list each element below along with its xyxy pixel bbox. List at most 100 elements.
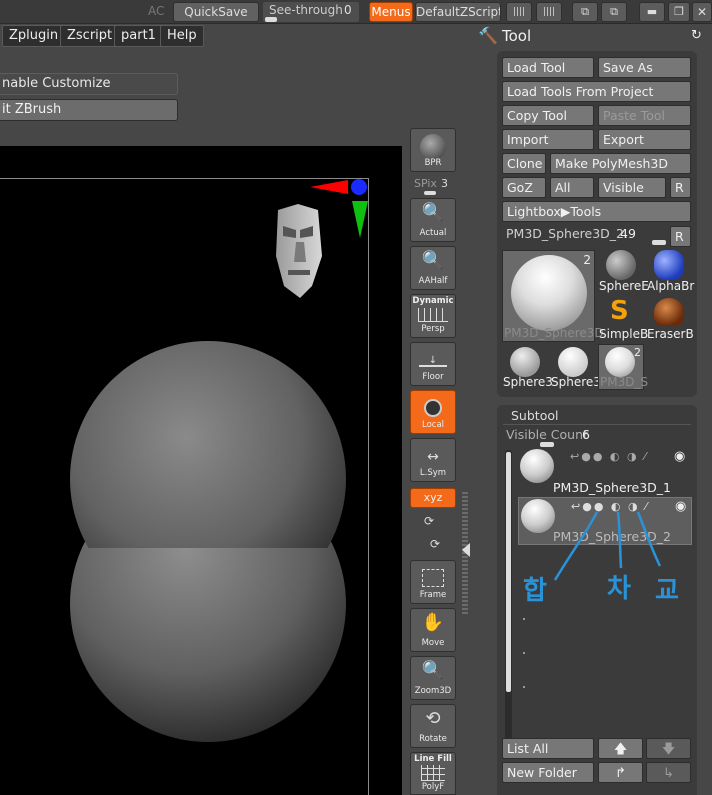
- sphere-thumb-icon: [510, 347, 540, 377]
- exit-zbrush-button[interactable]: it ZBrush: [0, 99, 178, 121]
- enable-customize-button[interactable]: nable Customize: [0, 73, 178, 95]
- sphere-brush-thumb[interactable]: SphereE: [598, 248, 649, 294]
- goz-button[interactable]: GoZ: [502, 177, 546, 198]
- subtool-header[interactable]: Subtool: [503, 407, 691, 425]
- move-button[interactable]: ✋ Move: [410, 608, 456, 652]
- list-all-button[interactable]: List All: [502, 738, 594, 759]
- copy-tool-button[interactable]: Copy Tool: [502, 105, 594, 126]
- bpr-button[interactable]: BPR: [410, 128, 456, 172]
- floor-label: Floor: [422, 372, 444, 382]
- magnifier-icon: 🔍: [421, 202, 445, 223]
- hand-icon: ✋: [421, 612, 445, 633]
- new-folder-button[interactable]: New Folder: [502, 762, 594, 783]
- xyz-button[interactable]: xyz: [410, 488, 456, 508]
- actual-button[interactable]: 🔍 Actual: [410, 198, 456, 242]
- aahalf-label: AAHalf: [418, 276, 448, 286]
- restore-icon[interactable]: ❐: [668, 2, 690, 22]
- layout-icon-2[interactable]: ⧉: [601, 2, 627, 22]
- simple-brush-thumb[interactable]: S SimpleB: [598, 296, 648, 342]
- eraser-brush-icon: [654, 298, 684, 326]
- clone-button[interactable]: Clone: [502, 153, 546, 174]
- sphere-thumb-icon: [511, 255, 587, 331]
- arrow-turn-icon: ↱: [615, 766, 626, 781]
- menu-part1[interactable]: part1: [114, 25, 163, 47]
- paste-tool-button[interactable]: Paste Tool: [598, 105, 691, 126]
- spix-handle[interactable]: [424, 191, 436, 195]
- export-button[interactable]: Export: [598, 129, 691, 150]
- tool-r-button[interactable]: R: [670, 226, 691, 247]
- layout-strip-icon-2[interactable]: ||||: [536, 2, 562, 22]
- zoom3d-button[interactable]: 🔍 Zoom3D: [410, 656, 456, 700]
- close-icon[interactable]: ✕: [692, 2, 712, 22]
- layout-strip-icon-1[interactable]: ||||: [506, 2, 532, 22]
- eraser-brush-label: EraserB: [647, 327, 694, 341]
- save-as-button[interactable]: Save As: [598, 57, 691, 78]
- move-out-folder-button[interactable]: ↳: [646, 762, 691, 783]
- frame-button[interactable]: Frame: [410, 560, 456, 604]
- subtool-item[interactable]: PM3D_Sphere3D_1 ↩●● ◐ ◑ ⁄ ◉: [518, 447, 692, 495]
- panel-refresh-icon[interactable]: ↻: [691, 28, 702, 43]
- shelf-collapse-arrow-icon[interactable]: [462, 543, 470, 557]
- floor-button[interactable]: ↓ Floor: [410, 342, 456, 386]
- rotate-button[interactable]: ⟲ Rotate: [410, 704, 456, 748]
- eraser-brush-thumb[interactable]: EraserB: [646, 296, 694, 342]
- menu-zplugin[interactable]: Zplugin: [2, 25, 66, 47]
- goz-visible-button[interactable]: Visible: [598, 177, 666, 198]
- sphere-thumb-icon: [605, 347, 635, 377]
- polyf-button[interactable]: Line Fill PolyF: [410, 752, 456, 795]
- load-tools-from-project-button[interactable]: Load Tools From Project: [502, 81, 691, 102]
- spix-slider[interactable]: SPix 3: [410, 176, 456, 195]
- alpha-brush-thumb[interactable]: AlphaBr: [646, 248, 695, 294]
- seethrough-slider[interactable]: See-through 0: [263, 2, 359, 22]
- move-down-button[interactable]: 🡇: [646, 738, 691, 759]
- annotation-intersection: 교: [655, 576, 679, 606]
- local-label: Local: [421, 420, 445, 430]
- x-axis-icon[interactable]: [310, 180, 348, 194]
- menu-help[interactable]: Help: [160, 25, 204, 47]
- default-zscript-button[interactable]: DefaultZScript: [415, 2, 501, 22]
- seethrough-handle[interactable]: [265, 17, 277, 22]
- move-up-button[interactable]: 🡅: [598, 738, 643, 759]
- list-dot: [523, 618, 525, 620]
- list-dot: [523, 652, 525, 654]
- goz-all-button[interactable]: All: [550, 177, 594, 198]
- main-thumb-count: 2: [583, 253, 591, 267]
- persp-button[interactable]: Dynamic Persp: [410, 294, 456, 338]
- xyz-label: xyz: [423, 491, 443, 504]
- quicksave-button[interactable]: QuickSave: [173, 2, 259, 22]
- lsym-button[interactable]: ↔ L.Sym: [410, 438, 456, 482]
- sphere3d-thumb-2[interactable]: Sphere3: [550, 344, 601, 390]
- visible-count-label: Visible Count: [506, 427, 588, 442]
- eye-icon[interactable]: ◉: [674, 449, 685, 464]
- tool-slider-handle[interactable]: [652, 240, 666, 245]
- layout-icon-1[interactable]: ⧉: [572, 2, 598, 22]
- aahalf-button[interactable]: 🔍 AAHalf: [410, 246, 456, 290]
- rotate-y-icon[interactable]: ⟳: [424, 514, 434, 528]
- frame-label: Frame: [419, 590, 447, 600]
- pm3d-thumb-small[interactable]: 2 PM3D_S: [598, 344, 648, 390]
- lightbox-tools-button[interactable]: Lightbox▶Tools: [502, 201, 691, 222]
- arrow-down-icon: 🡇: [661, 742, 676, 757]
- head-navigation-icon[interactable]: [276, 204, 322, 298]
- goz-r-button[interactable]: R: [670, 177, 691, 198]
- minimize-icon[interactable]: ▬: [639, 2, 665, 22]
- main-tool-thumbnail[interactable]: 2 PM3D_Sphere3D: [502, 250, 604, 342]
- move-into-folder-button[interactable]: ↱: [598, 762, 643, 783]
- make-polymesh-button[interactable]: Make PolyMesh3D: [550, 153, 691, 174]
- menu-zscript[interactable]: Zscript: [60, 25, 120, 47]
- current-tool-name[interactable]: PM3D_Sphere3D_2.: [506, 226, 628, 241]
- z-axis-icon[interactable]: [351, 179, 367, 195]
- rotate-z-icon[interactable]: ⟳: [430, 537, 440, 551]
- menus-button[interactable]: Menus: [369, 2, 413, 22]
- import-button[interactable]: Import: [502, 129, 594, 150]
- symmetry-arrows-icon: ↔: [427, 449, 439, 465]
- lsym-label: L.Sym: [419, 468, 447, 478]
- sphere3d-thumb-1[interactable]: Sphere3: [502, 344, 553, 390]
- alpha-brush-label: AlphaBr: [647, 279, 695, 293]
- y-axis-icon[interactable]: [352, 201, 368, 238]
- local-button[interactable]: Local: [410, 390, 456, 434]
- load-tool-button[interactable]: Load Tool: [502, 57, 594, 78]
- subtool-icons[interactable]: ↩●● ◐ ◑ ⁄: [570, 450, 648, 463]
- tool-panel-title[interactable]: Tool: [502, 27, 531, 45]
- arrow-up-icon: 🡅: [613, 742, 628, 757]
